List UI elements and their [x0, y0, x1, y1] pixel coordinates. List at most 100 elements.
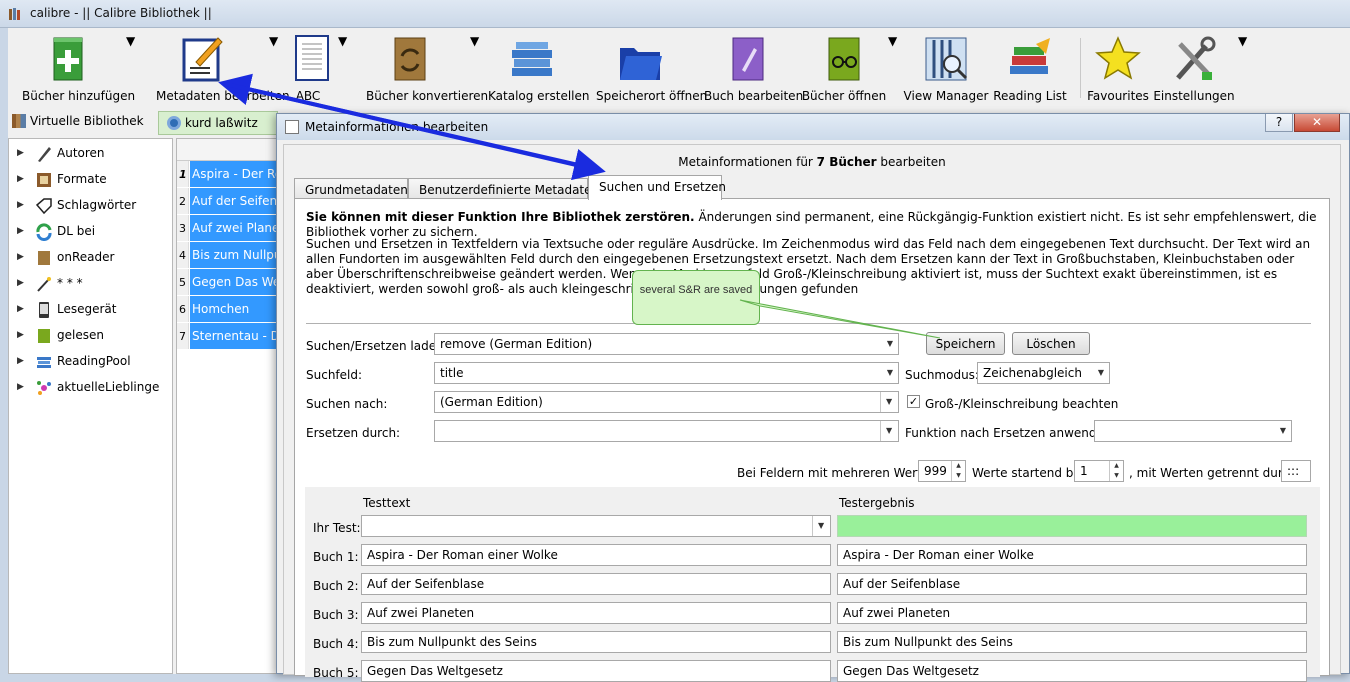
expand-arrow-icon[interactable]: ▶ [17, 200, 24, 210]
sidebar-item-dl-bei[interactable]: ▶ DL bei [9, 221, 172, 245]
convert-dropdown-icon[interactable]: ▼ [470, 34, 479, 106]
sidebar-item-readingpool[interactable]: ▶ ReadingPool [9, 351, 172, 375]
expand-arrow-icon[interactable]: ▶ [17, 278, 24, 288]
table-row[interactable]: 1Aspira - Der Roman einer Wolke [177, 161, 285, 188]
sidebar-item-tags[interactable]: ▶ Schlagwörter [9, 195, 172, 219]
separator-label: , mit Werten getrennt durch [1129, 466, 1297, 480]
expand-arrow-icon[interactable]: ▶ [17, 356, 24, 366]
chevron-down-icon: ▼ [886, 368, 893, 377]
expand-arrow-icon[interactable]: ▶ [17, 226, 24, 236]
search-replace-panel: Sie können mit dieser Funktion Ihre Bibl… [294, 198, 1330, 682]
open-books-button[interactable]: Bücher öffnen [802, 34, 886, 106]
chevron-down-icon[interactable]: ▼ [812, 516, 830, 536]
replace-with-label: Ersetzen durch: [306, 426, 401, 440]
convert-books-button[interactable]: Bücher konvertieren [366, 34, 488, 106]
chevron-down-icon: ▼ [886, 339, 893, 348]
expand-arrow-icon[interactable]: ▶ [17, 330, 24, 340]
settings-button[interactable]: Einstellungen [1153, 34, 1235, 106]
search-field-select[interactable]: title ▼ [434, 362, 899, 384]
help-button[interactable]: ? [1265, 114, 1293, 132]
table-row[interactable]: 7Sternentau - Die Pflanze vom Neptunsmon… [177, 323, 285, 350]
tab-custom-metadata[interactable]: Benutzerdefinierte Metadaten [408, 178, 599, 199]
table-row[interactable]: 3Auf zwei Planeten [177, 215, 285, 242]
abc-dropdown-icon[interactable]: ▼ [338, 34, 347, 106]
function-after-select[interactable]: ▼ [1094, 420, 1292, 442]
table-row[interactable]: 5Gegen Das Weltgesetz [177, 269, 285, 296]
book-label: Buch 4: [313, 637, 359, 651]
edit-book-button[interactable]: Buch bearbeiten [704, 34, 803, 106]
table-row[interactable]: 4Bis zum Nullpunkt des Seins [177, 242, 285, 269]
your-test-label: Ihr Test: [313, 521, 361, 535]
table-row[interactable]: 2Auf der Seifenblase [177, 188, 285, 215]
search-mode-select[interactable]: Zeichenabgleich ▼ [977, 362, 1110, 384]
add-books-dropdown-icon[interactable]: ▼ [126, 34, 135, 106]
view-manager-button[interactable]: View Manager [904, 34, 988, 106]
case-sensitive-checkbox[interactable]: ✓ [907, 395, 920, 408]
quill-icon [38, 147, 51, 162]
expand-arrow-icon[interactable]: ▶ [17, 174, 24, 184]
spinner-arrows-icon[interactable]: ▲ ▼ [951, 461, 965, 481]
add-books-button[interactable]: Bücher hinzufügen [22, 34, 135, 106]
reading-list-button[interactable]: Reading List [993, 34, 1067, 106]
edit-metadata-dialog: Metainformationen bearbeiten ? ✕ Metainf… [276, 113, 1350, 682]
reading-list-icon [1010, 38, 1050, 74]
book-test-result: Gegen Das Weltgesetz [837, 660, 1307, 682]
replace-with-input[interactable]: ▼ [434, 420, 899, 442]
virtual-library-button[interactable]: Virtuelle Bibliothek [12, 114, 144, 128]
add-book-icon [53, 37, 83, 81]
star-icon [1095, 36, 1141, 80]
spinner-arrows-icon[interactable]: ▲ ▼ [1109, 461, 1123, 481]
separator-input[interactable]: ::: [1281, 460, 1311, 482]
book-test-text[interactable]: Auf der Seifenblase [361, 573, 831, 595]
expand-arrow-icon[interactable]: ▶ [17, 148, 24, 158]
books-stack-icon [37, 357, 51, 368]
open-books-dropdown-icon[interactable]: ▼ [888, 34, 897, 106]
search-for-input[interactable]: (German Edition) ▼ [434, 391, 899, 413]
function-after-label: Funktion nach Ersetzen anwenden: [905, 426, 1116, 440]
tab-search-replace[interactable]: Suchen und Ersetzen [588, 175, 726, 200]
book-test-text[interactable]: Auf zwei Planeten [361, 602, 831, 624]
dialog-body: Metainformationen für 7 Bücher bearbeite… [283, 144, 1341, 682]
book-test-text[interactable]: Bis zum Nullpunkt des Seins [361, 631, 831, 653]
tag-browser: ▶ Autoren ▶ Formate ▶ Schlagwörter ▶ DL bei … [8, 138, 173, 674]
close-button[interactable]: ✕ [1294, 114, 1340, 132]
abc-button[interactable]: ABC [288, 34, 329, 106]
dialog-header: Metainformationen für 7 Bücher bearbeite… [678, 155, 946, 169]
sidebar-item-favorites[interactable]: ▶ aktuelleLieblinge [9, 377, 172, 401]
tab-basic-metadata[interactable]: Grundmetadaten [294, 178, 408, 199]
book-label: Buch 5: [313, 666, 359, 680]
your-test-input[interactable]: ▼ [361, 515, 831, 537]
sidebar-item-authors[interactable]: ▶ Autoren [9, 143, 172, 167]
sidebar-item-onreader[interactable]: ▶ onReader [9, 247, 172, 271]
saved-search-chip[interactable]: kurd laßwitz [158, 111, 278, 135]
start-value-spinbox[interactable]: 1 ▲ ▼ [1074, 460, 1124, 482]
chevron-down-icon[interactable]: ▼ [880, 421, 898, 441]
save-button[interactable]: Speichern [926, 332, 1005, 355]
open-save-location-button[interactable]: Speicherort öffnen [596, 34, 707, 106]
book-test-text[interactable]: Gegen Das Weltgesetz [361, 660, 831, 682]
book-test-text[interactable]: Aspira - Der Roman einer Wolke [361, 544, 831, 566]
multi-value-spinbox[interactable]: 999 ▲ ▼ [918, 460, 966, 482]
delete-button[interactable]: Löschen [1012, 332, 1090, 355]
sidebar-item-formats[interactable]: ▶ Formate [9, 169, 172, 193]
sidebar-item-device[interactable]: ▶ Lesegerät [9, 299, 172, 323]
sidebar-item-read[interactable]: ▶ gelesen [9, 325, 172, 349]
table-row[interactable]: 6 Homchen [177, 296, 285, 323]
book-label: Buch 2: [313, 579, 359, 593]
abc-list-icon [295, 35, 329, 81]
book-list: 1Aspira - Der Roman einer Wolke 2Auf der… [176, 138, 286, 674]
settings-dropdown-icon[interactable]: ▼ [1238, 34, 1247, 106]
expand-arrow-icon[interactable]: ▶ [17, 382, 24, 392]
expand-arrow-icon[interactable]: ▶ [17, 252, 24, 262]
load-preset-select[interactable]: remove (German Edition) ▼ [434, 333, 899, 355]
chevron-down-icon: ▼ [1279, 426, 1286, 435]
favourites-button[interactable]: Favourites [1087, 34, 1149, 106]
test-area: Testtext Testergebnis Ihr Test: ▼ Buch 1… [305, 487, 1320, 682]
case-sensitive-label: Groß-/Kleinschreibung beachten [925, 397, 1119, 411]
book-format-icon [37, 173, 51, 187]
sidebar-item-rating[interactable]: ▶ * * * [9, 273, 172, 297]
expand-arrow-icon[interactable]: ▶ [17, 304, 24, 314]
chevron-down-icon[interactable]: ▼ [880, 392, 898, 412]
edit-metadata-button[interactable]: Metadaten bearbeiten [156, 34, 290, 106]
create-catalog-button[interactable]: Katalog erstellen [488, 34, 590, 106]
